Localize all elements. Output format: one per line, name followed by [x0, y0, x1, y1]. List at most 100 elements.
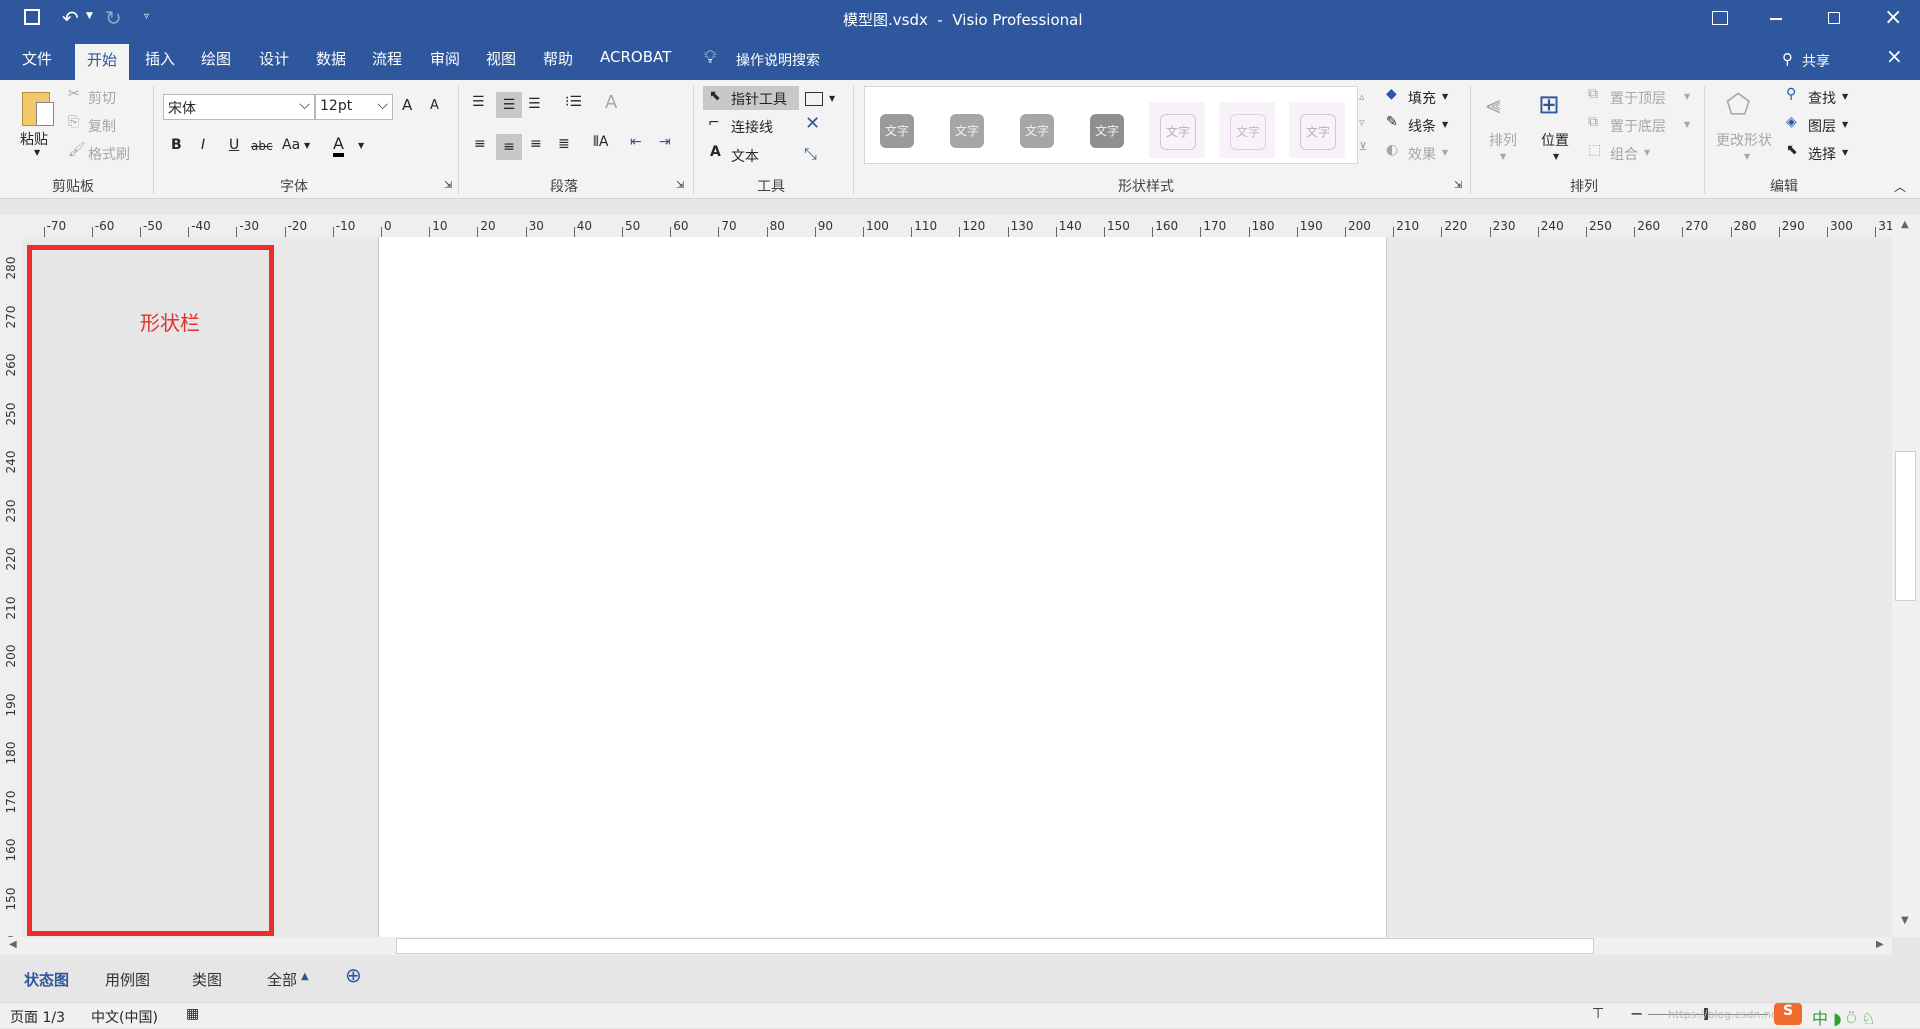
zoom-out-icon[interactable]: −	[1630, 1004, 1643, 1023]
align-middle-icon[interactable]: ☰	[496, 92, 522, 118]
close-icon[interactable]: ×	[1884, 5, 1902, 30]
tab-home[interactable]: 开始	[75, 44, 130, 80]
format-painter-button[interactable]: 格式刷	[88, 144, 130, 164]
style-swatch[interactable]: 文字	[1219, 102, 1275, 158]
align-shapes-button[interactable]: 排列	[1489, 130, 1517, 150]
add-page-icon[interactable]: ⊕	[345, 963, 362, 987]
line-button[interactable]: 线条	[1408, 116, 1436, 136]
scroll-thumb[interactable]	[1895, 451, 1916, 601]
gallery-scroll-down-icon[interactable]: ▿	[1359, 116, 1365, 129]
customize-icon[interactable]: ▿	[144, 11, 149, 22]
tab-review[interactable]: 审阅	[430, 48, 460, 69]
bring-front-dropdown-icon[interactable]: ▼	[1684, 92, 1690, 101]
presentation-mode-icon[interactable]: ⊤	[1592, 1006, 1604, 1022]
tab-view[interactable]: 视图	[486, 48, 516, 69]
share-button[interactable]: 共享	[1802, 51, 1830, 71]
tab-acrobat[interactable]: ACROBAT	[600, 48, 671, 66]
shape-styles-dialog-launcher-icon[interactable]: ⇲	[1454, 180, 1462, 191]
tell-me-search[interactable]: 操作说明搜索	[736, 50, 820, 70]
redo-icon[interactable]: ↻	[105, 6, 122, 30]
page-tab-all[interactable]: 全部	[267, 969, 297, 990]
underline-button[interactable]: U	[229, 137, 239, 153]
case-dropdown-icon[interactable]: ▼	[304, 141, 310, 150]
scroll-down-icon[interactable]: ▼	[1901, 915, 1909, 926]
connection-point-icon[interactable]: ⤡	[804, 144, 817, 164]
align-dropdown-icon[interactable]: ▼	[1500, 152, 1506, 161]
fill-dropdown-icon[interactable]: ▼	[1442, 92, 1448, 101]
connector-button[interactable]: 连接线	[731, 117, 773, 137]
drawing-page[interactable]	[378, 237, 1387, 937]
style-swatch[interactable]: 文字	[1149, 102, 1205, 158]
rectangle-dropdown-icon[interactable]: ▼	[829, 94, 835, 103]
send-back-dropdown-icon[interactable]: ▼	[1684, 120, 1690, 129]
decrease-indent-icon[interactable]: ⇤	[630, 134, 642, 150]
align-left-icon[interactable]: ≡	[474, 136, 486, 152]
style-swatch[interactable]: 文字	[1079, 102, 1135, 158]
fill-button[interactable]: 填充	[1408, 88, 1436, 108]
select-dropdown-icon[interactable]: ▼	[1842, 148, 1848, 157]
strikethrough-button[interactable]: abc	[251, 139, 273, 153]
italic-button[interactable]: I	[201, 137, 205, 153]
position-button[interactable]: 位置	[1541, 130, 1569, 150]
effects-button[interactable]: 效果	[1408, 144, 1436, 164]
copy-button[interactable]: 复制	[88, 116, 116, 136]
select-button[interactable]: 选择	[1808, 144, 1836, 164]
send-back-button[interactable]: 置于底层	[1610, 116, 1666, 136]
bullets-icon[interactable]: ⁝☰	[565, 94, 582, 110]
change-case-button[interactable]: Aa	[282, 137, 300, 153]
ribbon-display-icon[interactable]	[1712, 11, 1728, 25]
page-tab-usecase[interactable]: 用例图	[105, 969, 150, 990]
group-button[interactable]: 组合	[1610, 144, 1638, 164]
change-shape-dropdown-icon[interactable]: ▼	[1744, 152, 1750, 161]
tab-data[interactable]: 数据	[316, 48, 346, 69]
increase-indent-icon[interactable]: ⇥	[659, 134, 671, 150]
undo-icon[interactable]: ↶	[62, 6, 79, 30]
style-swatch[interactable]: 文字	[939, 102, 995, 158]
align-bottom-icon[interactable]: ☰	[528, 96, 541, 112]
tab-file[interactable]: 文件	[22, 48, 52, 69]
text-tool-button[interactable]: 文本	[731, 146, 759, 166]
undo-dropdown-icon[interactable]: ▼	[86, 11, 93, 21]
font-size-select[interactable]: 12pt ⌵	[315, 94, 393, 120]
minimize-icon[interactable]	[1770, 18, 1782, 20]
find-button[interactable]: 查找	[1808, 88, 1836, 108]
group-dropdown-icon[interactable]: ▼	[1644, 148, 1650, 157]
align-center-icon[interactable]: ≡	[496, 134, 522, 160]
pointer-tool-button[interactable]: ⬉ 指针工具	[703, 86, 799, 110]
align-top-icon[interactable]: ☰	[472, 94, 485, 110]
scroll-thumb[interactable]	[396, 938, 1594, 954]
save-icon[interactable]	[24, 9, 40, 25]
tab-design[interactable]: 设计	[259, 48, 289, 69]
grow-font-button[interactable]: A	[402, 96, 412, 114]
style-swatch[interactable]: 文字	[1009, 102, 1065, 158]
find-dropdown-icon[interactable]: ▼	[1842, 92, 1848, 101]
line-dropdown-icon[interactable]: ▼	[1442, 120, 1448, 129]
paste-dropdown-icon[interactable]: ▼	[34, 148, 40, 157]
style-swatch[interactable]: 文字	[869, 102, 925, 158]
rectangle-icon[interactable]	[805, 92, 823, 106]
scroll-up-icon[interactable]: ▲	[1901, 219, 1909, 230]
style-swatch[interactable]: 文字	[1289, 102, 1345, 158]
layers-dropdown-icon[interactable]: ▼	[1842, 120, 1848, 129]
scroll-right-icon[interactable]: ▶	[1876, 939, 1884, 950]
gallery-scroll-up-icon[interactable]: ▵	[1359, 90, 1365, 103]
font-dialog-launcher-icon[interactable]: ⇲	[444, 180, 452, 191]
horizontal-scrollbar[interactable]: ◀ ▶	[0, 937, 1892, 955]
shrink-font-button[interactable]: A	[430, 98, 439, 113]
tab-help[interactable]: 帮助	[543, 48, 573, 69]
text-direction-icon[interactable]: A	[605, 92, 617, 113]
change-shape-button[interactable]: 更改形状	[1716, 130, 1772, 150]
page-number[interactable]: 页面 1/3	[10, 1007, 65, 1027]
bold-button[interactable]: B	[171, 137, 182, 153]
macro-record-icon[interactable]: ▦	[186, 1006, 199, 1022]
position-dropdown-icon[interactable]: ▼	[1553, 152, 1559, 161]
font-color-button[interactable]: A	[333, 135, 344, 157]
justify-icon[interactable]: ≣	[558, 136, 570, 152]
close-connector-icon[interactable]: ✕	[805, 113, 820, 134]
restore-icon[interactable]	[1828, 12, 1840, 24]
text-spacing-icon[interactable]: ⫴A	[593, 134, 608, 150]
font-name-select[interactable]: 宋体 ⌵	[163, 94, 315, 120]
align-right-icon[interactable]: ≡	[530, 136, 542, 152]
tab-process[interactable]: 流程	[372, 48, 402, 69]
caret-up-icon[interactable]: ▲	[301, 971, 309, 982]
